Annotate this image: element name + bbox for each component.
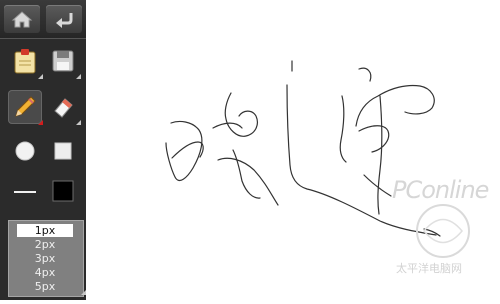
app-window: 1px 2px 3px 4px 5px PConline 太平洋电脑网 [0, 0, 500, 300]
undo-button[interactable] [46, 5, 82, 33]
clipboard-tool[interactable] [8, 44, 43, 79]
size-option[interactable]: 5px [17, 280, 73, 293]
expand-corner [76, 120, 81, 125]
pencil-icon [15, 96, 36, 117]
pencil-tool[interactable] [8, 90, 43, 125]
square-brush-tool[interactable] [46, 134, 80, 168]
size-option[interactable]: 1px [17, 224, 73, 237]
line-style-tool[interactable] [8, 174, 42, 208]
drawing-toolbar: 1px 2px 3px 4px 5px [0, 0, 86, 300]
line-style-icon [14, 191, 36, 193]
size-option[interactable]: 3px [17, 252, 73, 265]
round-brush-tool[interactable] [8, 134, 42, 168]
watermark-subtitle: 太平洋电脑网 [396, 262, 462, 275]
watermark-logo-icon [416, 204, 470, 258]
eraser-icon [54, 98, 73, 118]
active-indicator [38, 120, 43, 125]
save-tool[interactable] [46, 44, 81, 79]
home-button[interactable] [4, 5, 40, 33]
save-disk-icon [52, 50, 74, 72]
color-tool[interactable] [46, 174, 80, 208]
square-brush-icon [54, 142, 72, 160]
top-nav-bar [0, 0, 86, 39]
size-option[interactable]: 4px [17, 266, 73, 279]
clipboard-icon [14, 49, 36, 74]
expand-corner [38, 74, 43, 79]
round-brush-icon [15, 141, 35, 161]
expand-corner [76, 74, 81, 79]
size-option[interactable]: 2px [17, 238, 73, 251]
color-swatch-icon [52, 180, 74, 202]
eraser-tool[interactable] [46, 90, 81, 125]
brush-size-list: 1px 2px 3px 4px 5px [8, 220, 86, 297]
undo-icon [56, 13, 73, 28]
pconline-watermark: PConline 太平洋电脑网 [392, 176, 492, 286]
home-icon [11, 11, 33, 28]
